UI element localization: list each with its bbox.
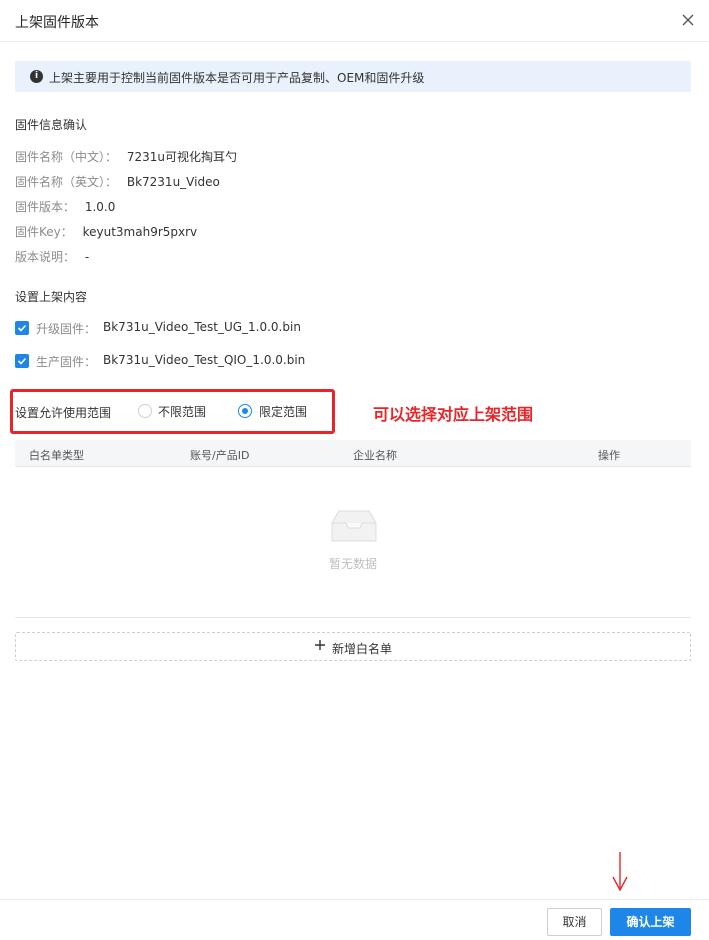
upgrade-firmware-item: 升级固件： Bk731u_Video_Test_UG_1.0.0.bin <box>15 320 315 336</box>
upgrade-firmware-checkbox[interactable] <box>15 321 29 335</box>
production-firmware-checkbox[interactable] <box>15 354 29 368</box>
column-header: 白名单类型 <box>29 449 84 462</box>
scope-label: 设置允许使用范围 <box>15 406 112 420</box>
annotation-text: 可以选择对应上架范围 <box>373 405 534 424</box>
radio-limited-scope-label[interactable]: 限定范围 <box>259 403 307 420</box>
close-icon[interactable] <box>679 11 697 29</box>
cancel-button[interactable]: 取消 <box>547 908 602 936</box>
dialog-title: 上架固件版本 <box>15 15 99 31</box>
empty-text: 暂无数据 <box>328 557 377 571</box>
info-value: 7231u可视化掏耳勺 <box>126 150 237 164</box>
whitelist-table-body: 暂无数据 <box>15 467 691 618</box>
whitelist-table-header: 白名单类型 账号/产品ID 企业名称 操作 <box>15 440 691 467</box>
dialog-footer <box>0 899 709 940</box>
add-whitelist-label: 新增白名单 <box>332 642 393 656</box>
info-label: 版本说明： <box>15 250 76 264</box>
column-header: 账号/产品ID <box>190 449 250 462</box>
info-row-key: 固件Key： keyut3mah9r5pxrv <box>15 223 197 240</box>
add-whitelist-button[interactable]: 新增白名单 <box>15 632 691 661</box>
upgrade-firmware-label: 升级固件： <box>36 322 97 336</box>
notice-banner: i 上架主要用于控制当前固件版本是否可用于产品复制、OEM和固件升级 <box>15 61 691 92</box>
info-value: Bk7231u_Video <box>126 175 220 189</box>
info-row-description: 版本说明： - <box>15 248 89 265</box>
radio-limited-scope[interactable] <box>238 404 252 418</box>
column-header: 操作 <box>598 449 620 462</box>
info-row-name-cn: 固件名称（中文）： 7231u可视化掏耳勺 <box>15 148 237 165</box>
upgrade-firmware-file: Bk731u_Video_Test_UG_1.0.0.bin <box>103 320 301 334</box>
info-label: 固件Key： <box>15 225 73 239</box>
firmware-info-title: 固件信息确认 <box>15 118 88 132</box>
notice-text: 上架主要用于控制当前固件版本是否可用于产品复制、OEM和固件升级 <box>49 71 425 85</box>
publish-content-title: 设置上架内容 <box>15 290 88 304</box>
confirm-publish-button[interactable]: 确认上架 <box>610 908 691 936</box>
production-firmware-file: Bk731u_Video_Test_QIO_1.0.0.bin <box>103 353 306 367</box>
production-firmware-item: 生产固件： Bk731u_Video_Test_QIO_1.0.0.bin <box>15 353 315 369</box>
publish-firmware-dialog: 上架固件版本 i 上架主要用于控制当前固件版本是否可用于产品复制、OEM和固件升… <box>0 0 709 940</box>
info-label: 固件名称（英文）： <box>15 175 118 189</box>
radio-unlimited-scope[interactable] <box>138 404 152 418</box>
plus-icon <box>314 639 326 655</box>
info-row-version: 固件版本： 1.0.0 <box>15 198 115 215</box>
info-value: keyut3mah9r5pxrv <box>82 225 198 239</box>
info-label: 固件名称（中文）： <box>15 150 118 164</box>
down-arrow-icon <box>611 851 629 893</box>
column-header: 企业名称 <box>353 449 397 462</box>
production-firmware-label: 生产固件： <box>36 355 97 369</box>
info-value: 1.0.0 <box>84 200 116 214</box>
inbox-icon <box>331 509 377 543</box>
dialog-header: 上架固件版本 <box>0 0 709 42</box>
info-value: - <box>84 250 90 264</box>
info-icon: i <box>30 70 43 83</box>
info-row-name-en: 固件名称（英文）： Bk7231u_Video <box>15 173 220 190</box>
info-label: 固件版本： <box>15 200 76 214</box>
radio-unlimited-scope-label[interactable]: 不限范围 <box>158 403 206 420</box>
